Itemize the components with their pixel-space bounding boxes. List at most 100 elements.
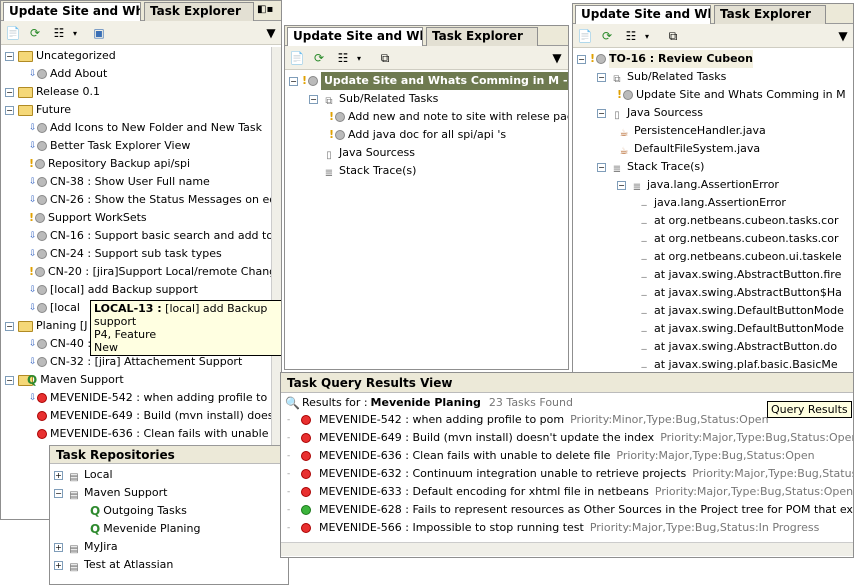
group-by-icon[interactable]: ☷ <box>335 50 351 66</box>
folder-row[interactable]: − Planing [J <box>5 317 87 335</box>
query-results-hscrollbar[interactable] <box>281 542 853 556</box>
task-row[interactable]: ⇩ CN-38 : Show User Full name <box>29 173 210 191</box>
detail-row[interactable]: −▯Java Sourcess <box>597 104 703 122</box>
task-row[interactable]: MEVENIDE-649 : Build (mvn install) doesn… <box>29 407 281 425</box>
left-tab-task-explorer[interactable]: Task Explorer <box>144 2 254 21</box>
expand-toggle-icon[interactable]: − <box>617 180 626 190</box>
detail-row[interactable]: ‒ at javax.swing.AbstractButton$Ha <box>637 284 842 302</box>
detail-row[interactable]: −▯Java Sourcess <box>309 144 415 162</box>
query-result-row[interactable]: ‐ MEVENIDE-649 : Build (mvn install) does… <box>287 429 853 447</box>
group-by-icon[interactable]: ☷ <box>623 28 639 44</box>
right-tab-task-explorer[interactable]: Task Explorer <box>714 5 826 24</box>
expand-toggle-icon[interactable]: − <box>5 51 14 61</box>
query-result-row[interactable]: ‐ MEVENIDE-633 : Default encoding for xht… <box>287 483 853 501</box>
query-result-row[interactable]: ‐ MEVENIDE-632 : Continuum integration un… <box>287 465 853 483</box>
query-result-row[interactable]: ‐ MEVENIDE-566 : Impossible to stop runni… <box>287 519 819 537</box>
folder-row[interactable]: − Uncategorized <box>5 47 116 65</box>
detail-row[interactable]: −≣Stack Trace(s) <box>597 158 704 176</box>
new-task-icon[interactable]: 📄 <box>289 50 305 66</box>
detail-row[interactable]: − ⧉ Sub/Related Tasks <box>309 90 438 108</box>
repository-row[interactable]: + ▤ Local <box>54 466 113 484</box>
folder-row[interactable]: − Future <box>5 101 71 119</box>
middle-tab-update-site[interactable]: Update Site and Wh... <box>287 27 423 46</box>
query-row[interactable]: Q Outgoing Tasks <box>90 502 187 520</box>
selected-task-row[interactable]: −! Update Site and Whats Comming in M - 1 <box>289 72 568 90</box>
new-task-icon[interactable]: 📄 <box>577 28 593 44</box>
detail-row[interactable]: − ≣ java.lang.AssertionError <box>617 176 779 194</box>
expand-toggle-icon[interactable]: + <box>54 560 63 570</box>
collapse-icon[interactable]: ▣ <box>91 25 107 41</box>
detail-row[interactable]: − ⧉ Sub/Related Tasks <box>597 68 726 86</box>
menu-dropdown-icon[interactable]: ▼ <box>835 28 851 44</box>
synchronize-icon[interactable]: ⟳ <box>599 28 615 44</box>
detail-row[interactable]: ! Add java doc for all spi/api 's <box>329 126 506 144</box>
repository-row[interactable]: − ▤ Maven Support <box>54 484 167 502</box>
task-row[interactable]: ⇩ [local] add Backup support <box>29 281 198 299</box>
group-by-icon[interactable]: ☷ <box>51 25 67 41</box>
task-row[interactable]: ! Repository Backup api/spi <box>29 155 190 173</box>
detail-row[interactable]: ☕ DefaultFileSystem.java <box>617 140 761 158</box>
task-row[interactable]: ⇩ [local <box>29 299 80 317</box>
detail-row[interactable]: −≣Stack Trace(s) <box>309 162 417 180</box>
priority-arrow-icon: ⇩ <box>29 357 37 367</box>
query-row[interactable]: Q Mevenide Planing <box>90 520 200 538</box>
right-tab-update-site[interactable]: Update Site and Wh... <box>575 5 711 24</box>
copy-icon[interactable]: ⧉ <box>377 50 393 66</box>
middle-tab-task-explorer[interactable]: Task Explorer <box>426 27 538 46</box>
expand-toggle-icon[interactable]: − <box>597 162 606 172</box>
task-row[interactable]: ⇩ Add About <box>29 65 107 83</box>
group-dropdown-icon[interactable]: ▾ <box>351 50 367 66</box>
detail-row[interactable]: ‒ at org.netbeans.cubeon.tasks.cor <box>637 230 839 248</box>
expand-toggle-icon[interactable]: − <box>309 94 318 104</box>
task-row[interactable]: ⇩ CN-24 : Support sub task types <box>29 245 222 263</box>
task-row[interactable]: MEVENIDE-636 : Clean fails with unable t… <box>29 425 281 443</box>
group-dropdown-icon[interactable]: ▾ <box>67 25 83 41</box>
group-dropdown-icon[interactable]: ▾ <box>639 28 655 44</box>
synchronize-icon[interactable]: ⟳ <box>27 25 43 41</box>
expand-toggle-icon[interactable]: − <box>597 72 606 82</box>
detail-row[interactable]: −! TO-16 : Review Cubeon <box>577 50 753 68</box>
task-row[interactable]: ⇩ MEVENIDE-542 : when adding profile to p… <box>29 389 281 407</box>
detail-row[interactable]: ‒ at org.netbeans.cubeon.ui.taskele <box>637 248 842 266</box>
task-row[interactable]: ⇩ CN-16 : Support basic search and add to… <box>29 227 281 245</box>
detail-row[interactable]: ! Add new and note to site with relese pa… <box>329 108 568 126</box>
detail-row[interactable]: ‒ at org.netbeans.cubeon.tasks.cor <box>637 212 839 230</box>
new-task-icon[interactable]: 📄 <box>5 25 21 41</box>
expand-toggle-icon[interactable]: + <box>54 470 63 480</box>
task-row[interactable]: ⇩ Add Icons to New Folder and New Task <box>29 119 262 137</box>
query-result-row[interactable]: ‐ MEVENIDE-636 : Clean fails with unable … <box>287 447 815 465</box>
repository-row[interactable]: + ▤ Test at Atlassian <box>54 556 173 574</box>
left-tab-update-site[interactable]: Update Site and Wh... <box>3 2 141 21</box>
expand-toggle-icon[interactable]: − <box>54 488 63 498</box>
task-row[interactable]: ⇩ Better Task Explorer View <box>29 137 190 155</box>
detail-row[interactable]: ‒ at javax.swing.AbstractButton.do <box>637 338 837 356</box>
detail-row[interactable]: ‒ at javax.swing.DefaultButtonMode <box>637 302 844 320</box>
detail-row[interactable]: ‒ at javax.swing.AbstractButton.fire <box>637 266 842 284</box>
expand-toggle-icon[interactable]: − <box>5 321 14 331</box>
expand-toggle-icon[interactable]: − <box>5 375 14 385</box>
left-maximize-icon[interactable]: ◧▪ <box>257 4 273 15</box>
task-row[interactable]: ! CN-20 : [jira]Support Local/remote Chan… <box>29 263 281 281</box>
menu-dropdown-icon[interactable]: ▼ <box>549 50 565 66</box>
folder-row[interactable]: − Release 0.1 <box>5 83 100 101</box>
expand-toggle-icon[interactable]: − <box>597 108 606 118</box>
detail-row[interactable]: ‒ at javax.swing.DefaultButtonMode <box>637 320 844 338</box>
copy-icon[interactable]: ⧉ <box>665 28 681 44</box>
folder-row[interactable]: − Q Maven Support <box>5 371 124 389</box>
task-row[interactable]: ⇩ CN-26 : Show the Status Messages on edi <box>29 191 279 209</box>
expand-toggle-icon[interactable]: + <box>54 542 63 552</box>
query-result-row[interactable]: ‐ MEVENIDE-628 : Fails to represent resou… <box>287 501 853 519</box>
detail-row[interactable]: ‒ java.lang.AssertionError <box>637 194 786 212</box>
synchronize-icon[interactable]: ⟳ <box>311 50 327 66</box>
expand-toggle-icon[interactable]: − <box>289 76 298 86</box>
menu-dropdown-icon[interactable]: ▼ <box>263 25 279 41</box>
expand-toggle-icon[interactable]: − <box>5 105 14 115</box>
expand-toggle-icon[interactable]: − <box>5 87 14 97</box>
detail-row[interactable]: ☕ PersistenceHandler.java <box>617 122 766 140</box>
priority-arrow-icon: ⇩ <box>29 231 37 241</box>
task-row[interactable]: ! Support WorkSets <box>29 209 147 227</box>
detail-row[interactable]: ! Update Site and Whats Comming in M <box>617 86 846 104</box>
query-result-row[interactable]: ‐ MEVENIDE-542 : when adding profile to p… <box>287 411 769 429</box>
expand-toggle-icon[interactable]: − <box>577 54 586 64</box>
repository-row[interactable]: + ▤ MyJira <box>54 538 118 556</box>
